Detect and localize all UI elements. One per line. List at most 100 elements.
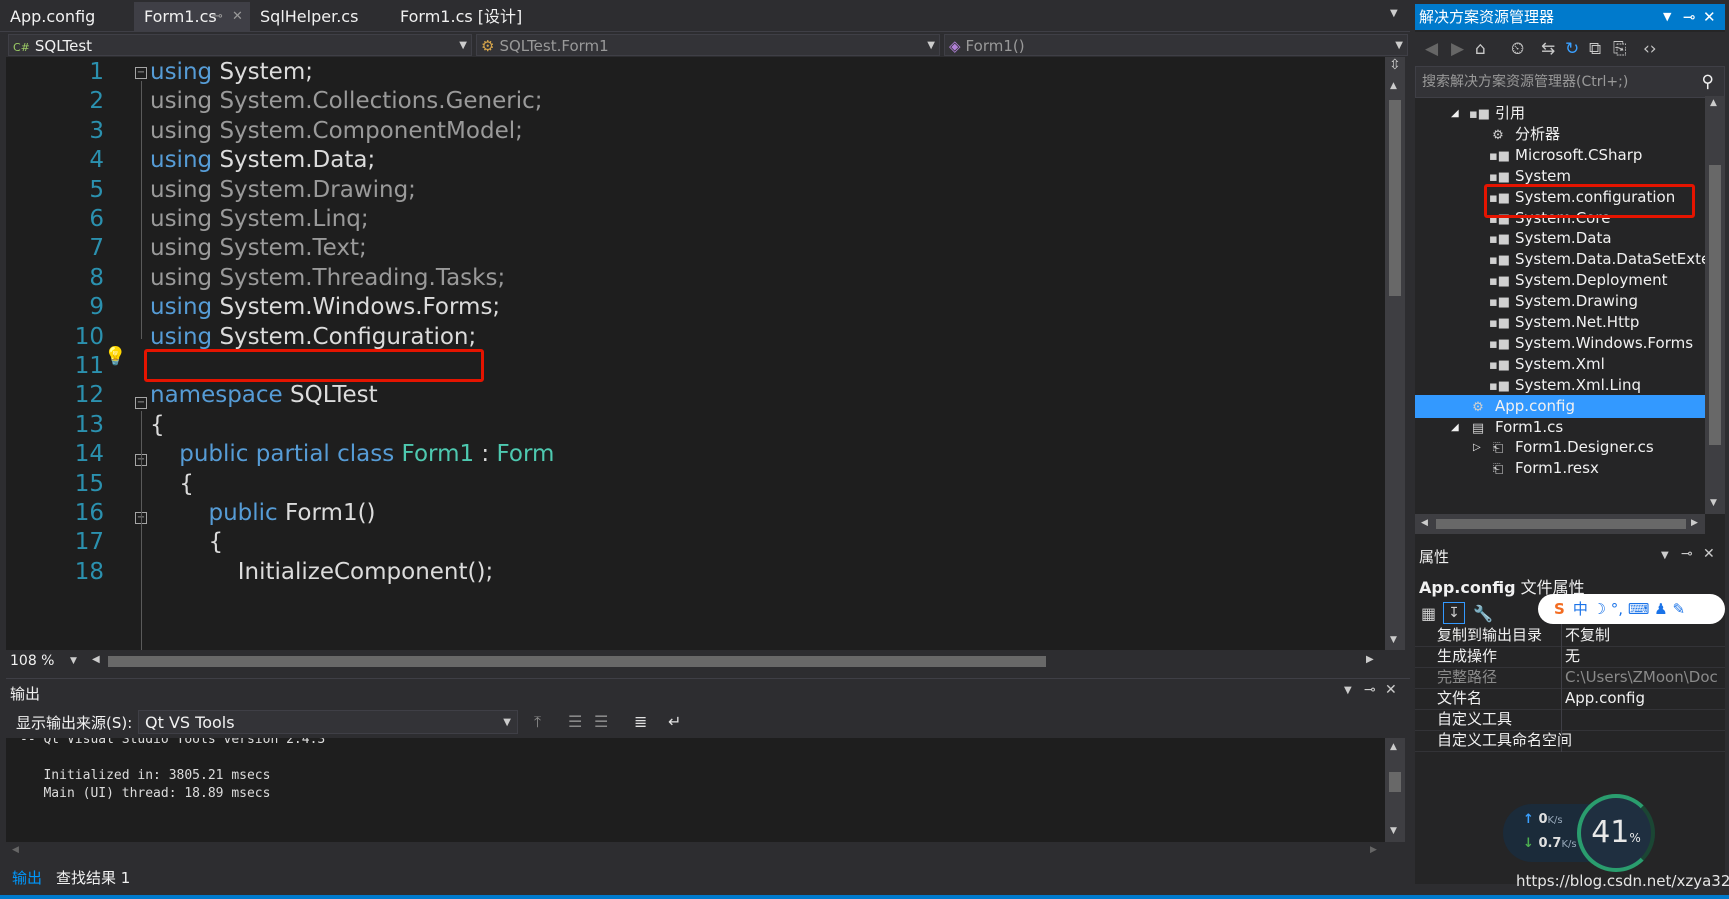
tab-overflow-chevron-icon[interactable]: ▼ (1390, 8, 1398, 19)
view-code-icon[interactable]: ‹› (1643, 39, 1657, 59)
tree-node[interactable]: ▪■ System.Xml (1489, 353, 1605, 376)
property-row[interactable]: 自定义工具 (1415, 708, 1725, 731)
scroll-right-icon[interactable]: ▶ (1366, 654, 1374, 665)
close-icon[interactable]: ✕ (232, 2, 243, 31)
tree-node[interactable]: ▪■ System.Xml.Linq (1489, 374, 1641, 397)
tab-find-results[interactable]: 查找结果 1 (56, 867, 130, 888)
solution-search-input[interactable]: 搜索解决方案资源管理器(Ctrl+;) ⚲ (1415, 66, 1725, 98)
chevron-down-icon[interactable]: ▼ (1661, 550, 1669, 561)
column-divider (1561, 666, 1562, 689)
scroll-left-icon[interactable]: ◀ (92, 654, 100, 665)
scroll-left-icon[interactable]: ◀ (1421, 518, 1428, 528)
chevron-down-icon[interactable]: ▼ (1663, 4, 1671, 30)
scroll-right-icon[interactable]: ▶ (1691, 518, 1698, 528)
chevron-down-icon[interactable]: ▼ (1344, 685, 1352, 696)
fold-toggle[interactable]: − (135, 67, 147, 79)
collapse-all-icon[interactable]: ⧉ (1589, 39, 1601, 59)
forward-icon[interactable]: ▶ (1451, 39, 1464, 59)
property-value[interactable]: 不复制 (1565, 624, 1725, 647)
show-all-files-icon[interactable]: ⎘ (1613, 39, 1627, 59)
split-icon[interactable]: ⇳ (1389, 57, 1401, 73)
property-row[interactable]: 文件名 App.config (1415, 687, 1725, 710)
code-editor[interactable]: 1 using System; 2 using System.Collections.… (6, 57, 1390, 650)
chevron-down-icon: ▼ (927, 40, 935, 51)
scroll-up-icon[interactable]: ▲ (1390, 742, 1397, 752)
horizontal-scrollbar-thumb[interactable] (108, 656, 1046, 667)
tree-node[interactable]: ▪■ System.Deployment (1489, 269, 1667, 292)
tab-app-config[interactable]: App.config (0, 2, 134, 31)
expand-arrow-icon[interactable]: ▷ (1473, 436, 1481, 459)
scrollbar-thumb[interactable] (1389, 100, 1401, 296)
zoom-level-dropdown[interactable]: 108 % ▼ (6, 650, 84, 672)
pin-icon[interactable]: ⊸ (1681, 546, 1693, 562)
scrollbar-thumb[interactable] (1389, 772, 1401, 792)
scroll-down-icon[interactable]: ▼ (1710, 498, 1717, 508)
goto-previous-icon[interactable]: ⤒ (534, 712, 541, 732)
tree-node[interactable]: ▪■ Microsoft.CSharp (1489, 144, 1642, 167)
tab-sqlhelper-cs[interactable]: SqlHelper.cs (250, 2, 390, 31)
tree-node[interactable]: ▪■ System.Data (1489, 227, 1612, 250)
pin-icon[interactable]: ⊸ (1364, 682, 1376, 698)
refresh-icon[interactable]: ↻ (1565, 39, 1579, 59)
property-value[interactable]: 无 (1565, 645, 1725, 668)
scroll-down-icon[interactable]: ▼ (1390, 635, 1397, 645)
tree-node[interactable]: ▪■ System.Net.Http (1489, 311, 1639, 334)
tree-node[interactable]: ▪■ 引用 (1469, 102, 1525, 125)
find-previous-message-icon[interactable]: ☰ (568, 712, 582, 731)
network-speed-widget[interactable]: ↑ 0K/s ↓ 0.7K/s 41% (1503, 794, 1655, 872)
tree-node[interactable]: ⎗ Form1.Designer.cs (1489, 436, 1654, 459)
scroll-down-icon[interactable]: ▼ (1390, 826, 1397, 836)
pending-changes-icon[interactable]: ⏲ (1511, 39, 1524, 59)
tab-form1-designer[interactable]: Form1.cs [设计] (390, 2, 550, 31)
find-next-message-icon[interactable]: ☰ (594, 712, 608, 731)
class-dropdown[interactable]: ⚙ SQLTest.Form1 ▼ (476, 34, 940, 56)
scroll-up-icon[interactable]: ▲ (1710, 98, 1717, 108)
output-source-dropdown[interactable]: Qt VS Tools ▼ (138, 710, 518, 734)
output-vertical-scrollbar[interactable]: ▲ ▼ (1385, 738, 1405, 842)
scroll-right-icon[interactable]: ▶ (1370, 845, 1377, 855)
tree-node[interactable]: ⎗ Form1.resx (1489, 457, 1599, 480)
tree-node[interactable]: ▪■ System.Data.DataSetExte (1489, 248, 1705, 271)
pin-icon[interactable]: ⊸ (1683, 4, 1696, 30)
home-icon[interactable]: ⌂ (1475, 39, 1486, 59)
output-text-area[interactable]: -- Qt Visual Studio Tools version 2.4.3 … (6, 738, 1390, 842)
member-dropdown[interactable]: ◈ Form1() ▼ (944, 34, 1408, 56)
search-icon[interactable]: ⚲ (1702, 67, 1714, 97)
property-row[interactable]: 自定义工具命名空间 (1415, 729, 1725, 752)
clear-all-icon[interactable]: ≣ (634, 712, 647, 731)
solution-tree[interactable]: ▪■ 引用 ◢ ⚙ 分析器 ▪■ Microsoft.CSharp ▪■ System ▪■ Sys… (1415, 100, 1705, 518)
property-value[interactable]: C:\Users\ZMoon\Doc (1565, 666, 1725, 689)
back-icon[interactable]: ◀ (1425, 39, 1438, 59)
lightbulb-icon[interactable]: 💡 (104, 346, 126, 367)
categorized-icon[interactable]: ▦ (1421, 604, 1436, 623)
alphabetical-icon[interactable]: ↧ (1443, 602, 1465, 624)
tree-node[interactable]: ⚙ App.config (1469, 395, 1575, 418)
tree-node[interactable]: ⚙ 分析器 (1489, 123, 1560, 146)
collapse-arrow-icon[interactable]: ◢ (1451, 102, 1459, 125)
tree-node[interactable]: ▤ Form1.cs (1469, 416, 1563, 439)
property-row[interactable]: 复制到输出目录 不复制 (1415, 624, 1725, 647)
pin-icon[interactable]: ⊸ (212, 2, 223, 31)
output-horizontal-scrollbar[interactable]: ◀ ▶ (6, 842, 1410, 860)
scroll-left-icon[interactable]: ◀ (12, 845, 19, 855)
tab-form1-cs[interactable]: Form1.cs ⊸ ✕ (134, 2, 250, 31)
tree-node[interactable]: ▪■ System.Drawing (1489, 290, 1638, 313)
close-icon[interactable]: ✕ (1385, 682, 1397, 698)
tree-node[interactable]: ▪■ System.Windows.Forms (1489, 332, 1693, 355)
collapse-arrow-icon[interactable]: ◢ (1451, 416, 1459, 439)
scrollbar-thumb[interactable] (1436, 519, 1686, 529)
input-method-toolbar[interactable]: S 中 ☽ °, ⌨ ♟ ✎ (1538, 594, 1725, 624)
property-row[interactable]: 生成操作 无 (1415, 645, 1725, 668)
fold-toggle[interactable]: − (135, 397, 147, 409)
scrollbar-thumb[interactable] (1709, 165, 1721, 445)
project-dropdown[interactable]: C# SQLTest ▼ (8, 34, 472, 56)
tab-output[interactable]: 输出 (12, 867, 42, 888)
scroll-up-icon[interactable]: ▲ (1390, 81, 1397, 91)
word-wrap-icon[interactable]: ↵ (668, 712, 681, 731)
property-value[interactable]: App.config (1565, 687, 1725, 710)
property-row[interactable]: 完整路径 C:\Users\ZMoon\Doc (1415, 666, 1725, 689)
sync-icon[interactable]: ⇆ (1541, 39, 1555, 59)
property-pages-icon[interactable]: 🔧 (1473, 604, 1493, 623)
close-icon[interactable]: ✕ (1703, 546, 1715, 562)
close-icon[interactable]: ✕ (1703, 4, 1716, 30)
